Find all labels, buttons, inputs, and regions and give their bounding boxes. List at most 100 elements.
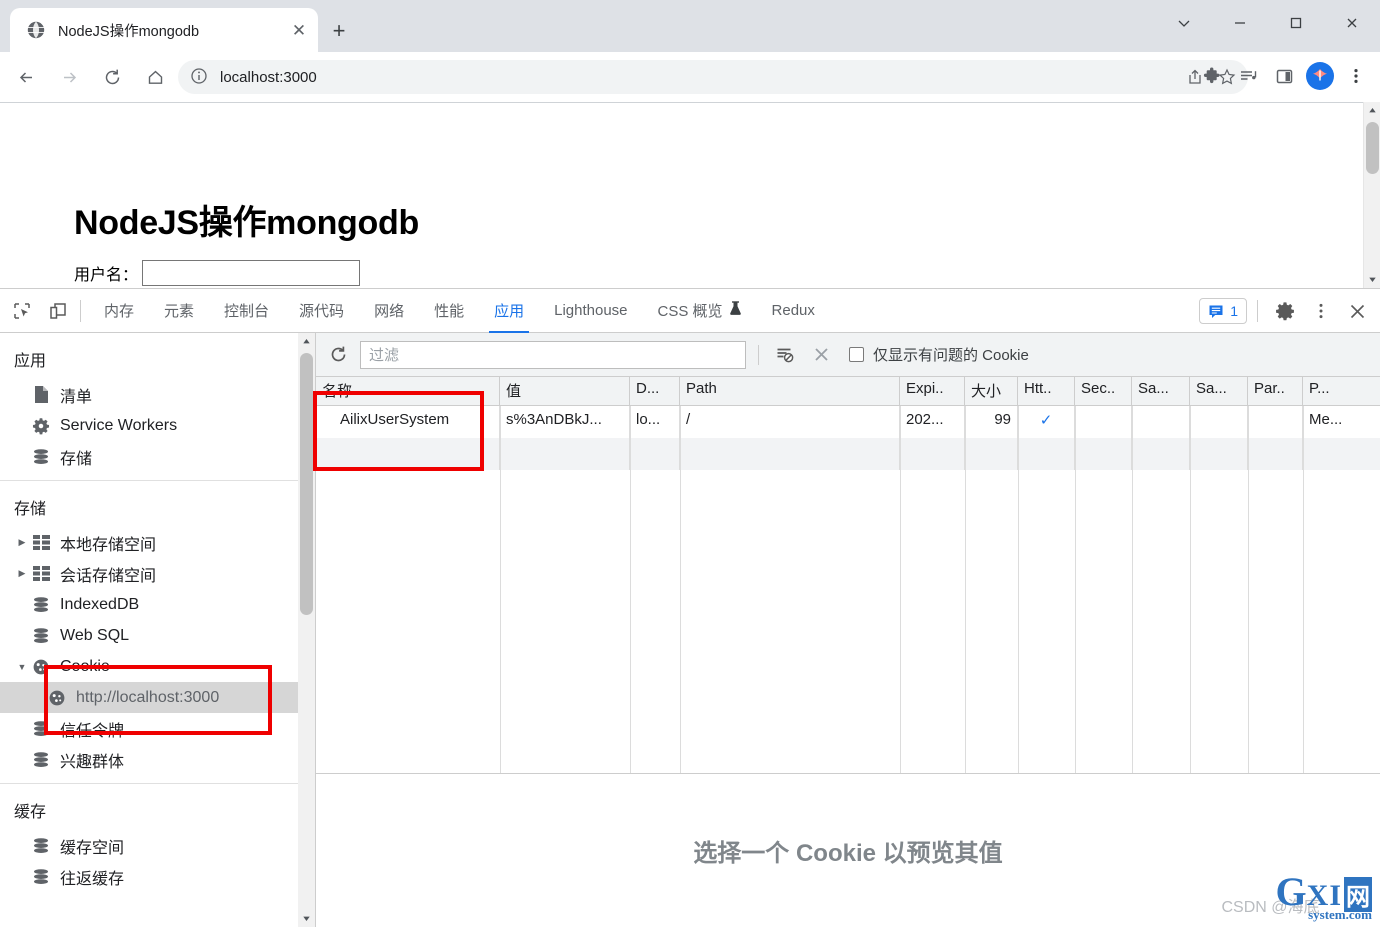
toolbar-divider <box>758 345 759 365</box>
column-header-domain[interactable]: D... <box>630 377 680 405</box>
extensions-puzzle-icon[interactable] <box>1196 60 1228 92</box>
profile-avatar[interactable] <box>1304 60 1336 92</box>
column-header-name[interactable]: 名称 <box>316 377 500 405</box>
issues-badge[interactable]: 1 <box>1199 298 1247 324</box>
inspect-element-icon[interactable] <box>8 297 36 325</box>
chevron-right-icon[interactable]: ▶ <box>14 568 30 579</box>
sidebar-scroll-thumb[interactable] <box>300 353 313 615</box>
sidebar-scrollbar[interactable] <box>298 333 315 927</box>
maximize-button[interactable] <box>1268 0 1324 46</box>
watermark: CSDN @海底 G XI 网 system.com <box>1222 873 1373 923</box>
home-button[interactable] <box>138 60 172 94</box>
clear-filtered-cookies-icon[interactable] <box>771 341 799 369</box>
page-title: NodeJS操作mongodb <box>74 195 419 244</box>
sidebar-item-storage[interactable]: 存储 <box>0 441 315 472</box>
sidebar-item-manifest[interactable]: 清单 <box>0 379 315 410</box>
url-text[interactable]: localhost:3000 <box>220 69 1180 86</box>
column-header-samesite2[interactable]: Sa... <box>1190 377 1248 405</box>
tab-application[interactable]: 应用 <box>479 289 539 333</box>
new-tab-button[interactable]: + <box>324 16 354 46</box>
chevron-right-icon[interactable]: ▶ <box>14 537 30 548</box>
chevron-down-icon[interactable]: ▼ <box>14 662 30 672</box>
devtools-close-button[interactable] <box>1340 294 1374 328</box>
gear-icon[interactable] <box>1268 294 1302 328</box>
tab-network[interactable]: 网络 <box>359 289 419 333</box>
cell-value: s%3AnDBkJ... <box>500 406 630 438</box>
media-playlist-icon[interactable] <box>1232 60 1264 92</box>
cell-size: 99 <box>965 406 1018 438</box>
cell-domain: lo... <box>630 406 680 438</box>
sidebar-item-local-storage[interactable]: ▶ 本地存储空间 <box>0 527 315 558</box>
tab-search-button[interactable] <box>1156 0 1212 46</box>
toolbar-divider <box>80 300 81 322</box>
tab-performance[interactable]: 性能 <box>419 289 479 333</box>
database-icon <box>30 627 52 645</box>
sidebar-item-session-storage[interactable]: ▶ 会话存储空间 <box>0 558 315 589</box>
tab-lighthouse[interactable]: Lighthouse <box>539 289 642 333</box>
sidebar-item-interest-groups[interactable]: 兴趣群体 <box>0 744 315 775</box>
sidebar-scroll-down-arrow[interactable] <box>298 910 315 927</box>
empty-state-message: 选择一个 Cookie 以预览其值 <box>693 833 1002 868</box>
back-button[interactable] <box>9 60 43 94</box>
sidebar-item-indexeddb[interactable]: IndexedDB <box>0 589 315 620</box>
minimize-button[interactable] <box>1212 0 1268 46</box>
column-header-value[interactable]: 值 <box>500 377 630 405</box>
cell-priority: Me... <box>1303 406 1380 438</box>
sidebar-item-cache-storage[interactable]: 缓存空间 <box>0 830 315 861</box>
column-header-httponly[interactable]: Htt.. <box>1018 377 1075 405</box>
page-viewport: NodeJS操作mongodb 用户名： <box>0 102 1380 288</box>
page-scroll-up-arrow[interactable] <box>1364 102 1380 119</box>
tab-redux[interactable]: Redux <box>757 289 830 333</box>
sidebar-item-back-forward-cache[interactable]: 往返缓存 <box>0 861 315 892</box>
watermark-logo: G XI 网 system.com <box>1276 873 1372 923</box>
devtools-more-button[interactable] <box>1304 294 1338 328</box>
table-row[interactable]: AilixUserSystem s%3AnDBkJ... lo... / 202… <box>316 406 1380 438</box>
username-input[interactable] <box>142 260 360 286</box>
sidebar-item-cookie[interactable]: ▼ Cookie <box>0 651 315 682</box>
page-scrollbar[interactable] <box>1363 102 1380 288</box>
page-scroll-thumb[interactable] <box>1366 122 1379 174</box>
forward-button[interactable] <box>52 60 86 94</box>
column-header-expires[interactable]: Expi.. <box>900 377 965 405</box>
cell-samesite <box>1132 406 1190 438</box>
cell-secure <box>1075 406 1132 438</box>
refresh-cookies-button[interactable] <box>324 341 352 369</box>
column-header-path[interactable]: Path <box>680 377 900 405</box>
devtools-body: 应用 清单 Servic <box>0 333 1380 927</box>
tab-console[interactable]: 控制台 <box>209 289 284 333</box>
sidebar-scroll-up-arrow[interactable] <box>298 333 315 350</box>
devtools-tabbar: 内存 元素 控制台 源代码 网络 性能 应用 Lighthouse CSS 概览 <box>0 289 1380 333</box>
sidebar-item-trust-tokens[interactable]: 信任令牌 <box>0 713 315 744</box>
tab-sources[interactable]: 源代码 <box>284 289 359 333</box>
column-header-size[interactable]: 大小 <box>965 377 1018 405</box>
column-header-partition[interactable]: Par.. <box>1248 377 1303 405</box>
close-tab-button[interactable]: ✕ <box>286 17 312 43</box>
reload-button[interactable] <box>95 60 129 94</box>
sidebar-item-service-workers[interactable]: Service Workers <box>0 410 315 441</box>
checkbox-box[interactable] <box>849 347 864 362</box>
cookie-icon <box>30 658 52 676</box>
only-show-problem-cookies-checkbox[interactable]: 仅显示有问题的 Cookie <box>849 344 1029 365</box>
sidebar-section-title: 缓存 <box>0 794 315 830</box>
tab-memory[interactable]: 内存 <box>89 289 149 333</box>
address-bar[interactable]: localhost:3000 <box>178 60 1248 94</box>
sidebar-item-cookie-origin[interactable]: http://localhost:3000 <box>0 682 315 713</box>
database-icon <box>30 448 52 466</box>
site-info-icon[interactable] <box>190 67 210 87</box>
browser-tab[interactable]: NodeJS操作mongodb ✕ <box>10 8 318 52</box>
chrome-menu-button[interactable] <box>1340 60 1372 92</box>
column-header-secure[interactable]: Sec.. <box>1075 377 1132 405</box>
column-header-samesite[interactable]: Sa... <box>1132 377 1190 405</box>
close-window-button[interactable] <box>1324 0 1380 46</box>
manifest-icon <box>30 385 52 404</box>
device-toolbar-icon[interactable] <box>44 297 72 325</box>
cookie-filter-input[interactable]: 过滤 <box>360 341 746 369</box>
side-panel-icon[interactable] <box>1268 60 1300 92</box>
tab-css-overview[interactable]: CSS 概览 <box>643 289 757 333</box>
tab-elements[interactable]: 元素 <box>149 289 209 333</box>
sidebar-item-web-sql[interactable]: Web SQL <box>0 620 315 651</box>
sidebar-section-storage: 存储 ▶ 本地存储空间 ▶ <box>0 481 315 784</box>
page-scroll-down-arrow[interactable] <box>1364 271 1380 288</box>
column-header-priority[interactable]: P... <box>1303 377 1380 405</box>
clear-all-cookies-icon[interactable] <box>807 341 835 369</box>
